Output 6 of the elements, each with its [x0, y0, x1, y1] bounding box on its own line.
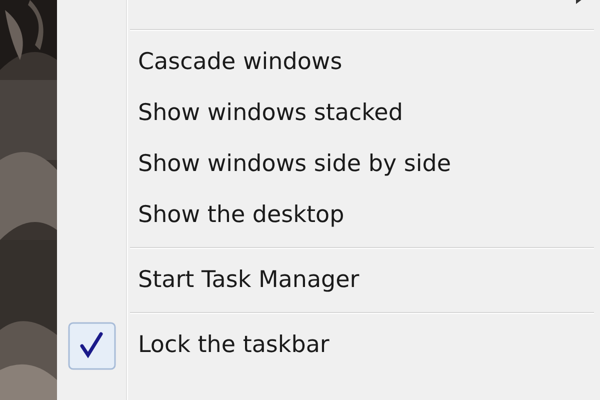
menu-item[interactable]: Show windows side by side [138, 147, 452, 182]
menu-item[interactable]: Show the desktop [138, 198, 344, 233]
menu-item[interactable]: Show windows stacked [138, 96, 403, 131]
menu-item[interactable]: Cascade windows [138, 45, 342, 80]
menu-item[interactable]: Lock the taskbar [138, 328, 330, 363]
menu-item[interactable]: Start Task Manager [138, 263, 360, 298]
